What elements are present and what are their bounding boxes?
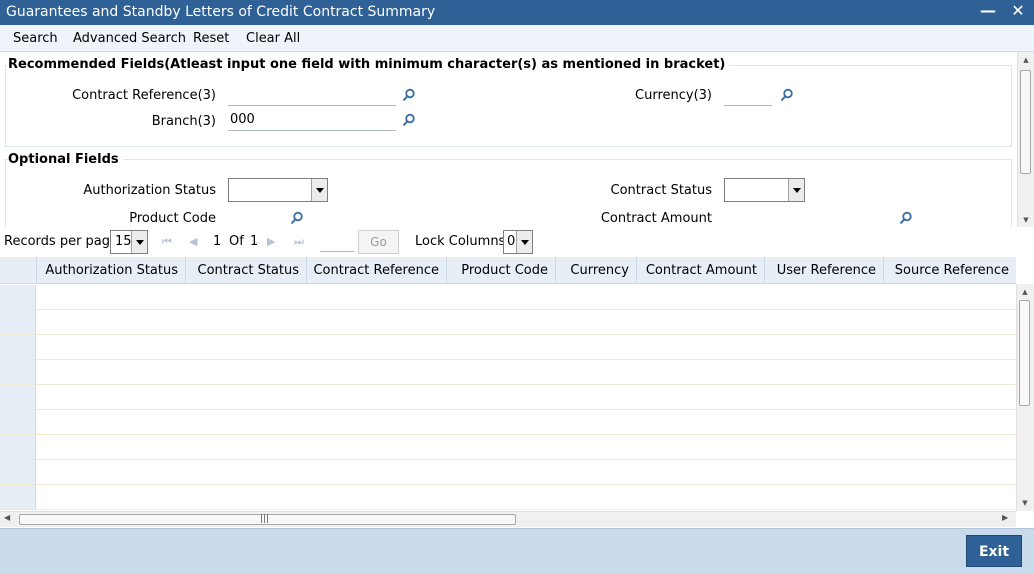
chevron-down-icon[interactable] <box>516 231 532 253</box>
advanced-search-button[interactable]: Advanced Search <box>73 31 186 46</box>
recommended-fields-section <box>5 65 1012 147</box>
product-code-search-icon[interactable] <box>290 211 304 225</box>
lock-columns-value: 0 <box>507 234 516 249</box>
contract-amount-label: Contract Amount <box>600 211 712 226</box>
lock-columns-label: Lock Columns <box>415 234 506 249</box>
table-row[interactable] <box>0 410 1016 435</box>
recommended-fields-title: Recommended Fields(Atleast input one fie… <box>8 57 730 72</box>
total-pages-number: 1 <box>250 234 259 249</box>
pagination-bar: Records per page 15 ⏮ ◀ 1 Of 1 ▶ ⏭ Lock … <box>0 228 1034 256</box>
table-row[interactable] <box>0 485 1016 510</box>
contract-status-label: Contract Status <box>610 183 712 198</box>
table-row[interactable] <box>0 435 1016 460</box>
grid-header: Authorization Status Contract Status Con… <box>0 257 1016 284</box>
currency-search-icon[interactable] <box>780 88 794 102</box>
branch-search-icon[interactable] <box>402 113 416 127</box>
column-header-contract-reference[interactable]: Contract Reference <box>307 257 447 284</box>
records-per-page-label: Records per page <box>4 234 119 249</box>
contract-status-select[interactable] <box>724 178 805 202</box>
chevron-down-icon[interactable] <box>311 179 327 201</box>
records-per-page-value: 15 <box>115 234 132 249</box>
results-grid: Authorization Status Contract Status Con… <box>0 257 1034 511</box>
column-header-user-reference[interactable]: User Reference <box>765 257 884 284</box>
branch-label: Branch(3) <box>151 114 216 129</box>
table-row[interactable] <box>0 460 1016 485</box>
records-per-page-select[interactable]: 15 <box>110 230 148 254</box>
current-page-number: 1 <box>213 234 222 249</box>
goto-page-input[interactable] <box>320 232 354 252</box>
scroll-left-icon[interactable]: ◀ <box>4 513 10 522</box>
scroll-up-icon[interactable]: ▲ <box>1018 54 1034 66</box>
title-bar: Guarantees and Standby Letters of Credit… <box>0 0 1034 25</box>
branch-input[interactable] <box>228 109 396 131</box>
scroll-up-icon[interactable]: ▲ <box>1017 286 1033 298</box>
previous-page-icon[interactable]: ◀ <box>189 236 200 247</box>
table-row[interactable] <box>0 360 1016 385</box>
table-row[interactable] <box>0 285 1016 310</box>
select-all-column[interactable] <box>0 257 37 284</box>
currency-label: Currency(3) <box>635 88 712 103</box>
scroll-down-icon[interactable]: ▼ <box>1017 497 1033 509</box>
go-button[interactable]: Go <box>358 230 399 254</box>
scroll-grip-icon: ||| <box>260 514 270 524</box>
grid-vertical-scroll-thumb[interactable] <box>1019 300 1030 406</box>
window-title: Guarantees and Standby Letters of Credit… <box>6 4 436 20</box>
chevron-down-icon[interactable] <box>131 231 147 253</box>
search-panel-scroll-thumb[interactable] <box>1020 70 1031 174</box>
column-header-source-reference[interactable]: Source Reference <box>884 257 1016 284</box>
clear-all-button[interactable]: Clear All <box>246 31 300 46</box>
grid-horizontal-scroll-thumb[interactable]: ||| <box>19 514 516 525</box>
authorization-status-select[interactable] <box>228 178 328 202</box>
grid-horizontal-scrollbar[interactable]: ◀ ||| ▶ <box>0 511 1016 527</box>
table-row[interactable] <box>0 335 1016 360</box>
authorization-status-label: Authorization Status <box>83 183 216 198</box>
table-row[interactable] <box>0 310 1016 335</box>
chevron-down-icon[interactable] <box>788 179 804 201</box>
table-row[interactable] <box>0 385 1016 410</box>
column-header-currency[interactable]: Currency <box>556 257 637 284</box>
first-page-icon[interactable]: ⏮ <box>162 236 173 247</box>
column-header-contract-status[interactable]: Contract Status <box>186 257 307 284</box>
reset-button[interactable]: Reset <box>193 31 229 46</box>
contract-reference-input[interactable] <box>228 84 396 106</box>
row-selector[interactable] <box>0 460 36 484</box>
contract-amount-search-icon[interactable] <box>899 211 913 225</box>
search-button[interactable]: Search <box>13 31 58 46</box>
lock-columns-select[interactable]: 0 <box>503 230 533 254</box>
last-page-icon[interactable]: ⏭ <box>294 236 305 247</box>
column-header-authorization-status[interactable]: Authorization Status <box>37 257 186 284</box>
product-code-label: Product Code <box>129 211 216 226</box>
toolbar: Search Advanced Search Reset Clear All <box>0 25 1034 52</box>
row-selector[interactable] <box>0 310 36 334</box>
contract-reference-search-icon[interactable] <box>402 88 416 102</box>
row-selector[interactable] <box>0 410 36 434</box>
search-panel-scrollbar[interactable]: ▲ ▼ <box>1017 52 1034 227</box>
row-selector[interactable] <box>0 435 36 459</box>
row-selector[interactable] <box>0 285 36 309</box>
optional-fields-title: Optional Fields <box>8 152 123 167</box>
next-page-icon[interactable]: ▶ <box>267 236 278 247</box>
minimize-icon[interactable]: — <box>978 1 998 20</box>
contract-reference-label: Contract Reference(3) <box>72 88 216 103</box>
column-header-product-code[interactable]: Product Code <box>447 257 556 284</box>
grid-vertical-scrollbar[interactable]: ▲ ▼ <box>1016 284 1034 511</box>
currency-input[interactable] <box>724 84 772 106</box>
row-selector[interactable] <box>0 385 36 409</box>
exit-button[interactable]: Exit <box>966 535 1022 567</box>
scroll-down-icon[interactable]: ▼ <box>1018 214 1034 226</box>
of-label: Of <box>229 234 244 249</box>
row-selector[interactable] <box>0 360 36 384</box>
close-icon[interactable]: ✕ <box>1008 1 1028 20</box>
footer-bar: Exit <box>0 528 1034 574</box>
row-selector[interactable] <box>0 335 36 359</box>
row-selector[interactable] <box>0 485 36 509</box>
scroll-right-icon[interactable]: ▶ <box>1002 513 1008 522</box>
column-header-contract-amount[interactable]: Contract Amount <box>637 257 765 284</box>
search-criteria-panel: Recommended Fields(Atleast input one fie… <box>0 52 1034 227</box>
